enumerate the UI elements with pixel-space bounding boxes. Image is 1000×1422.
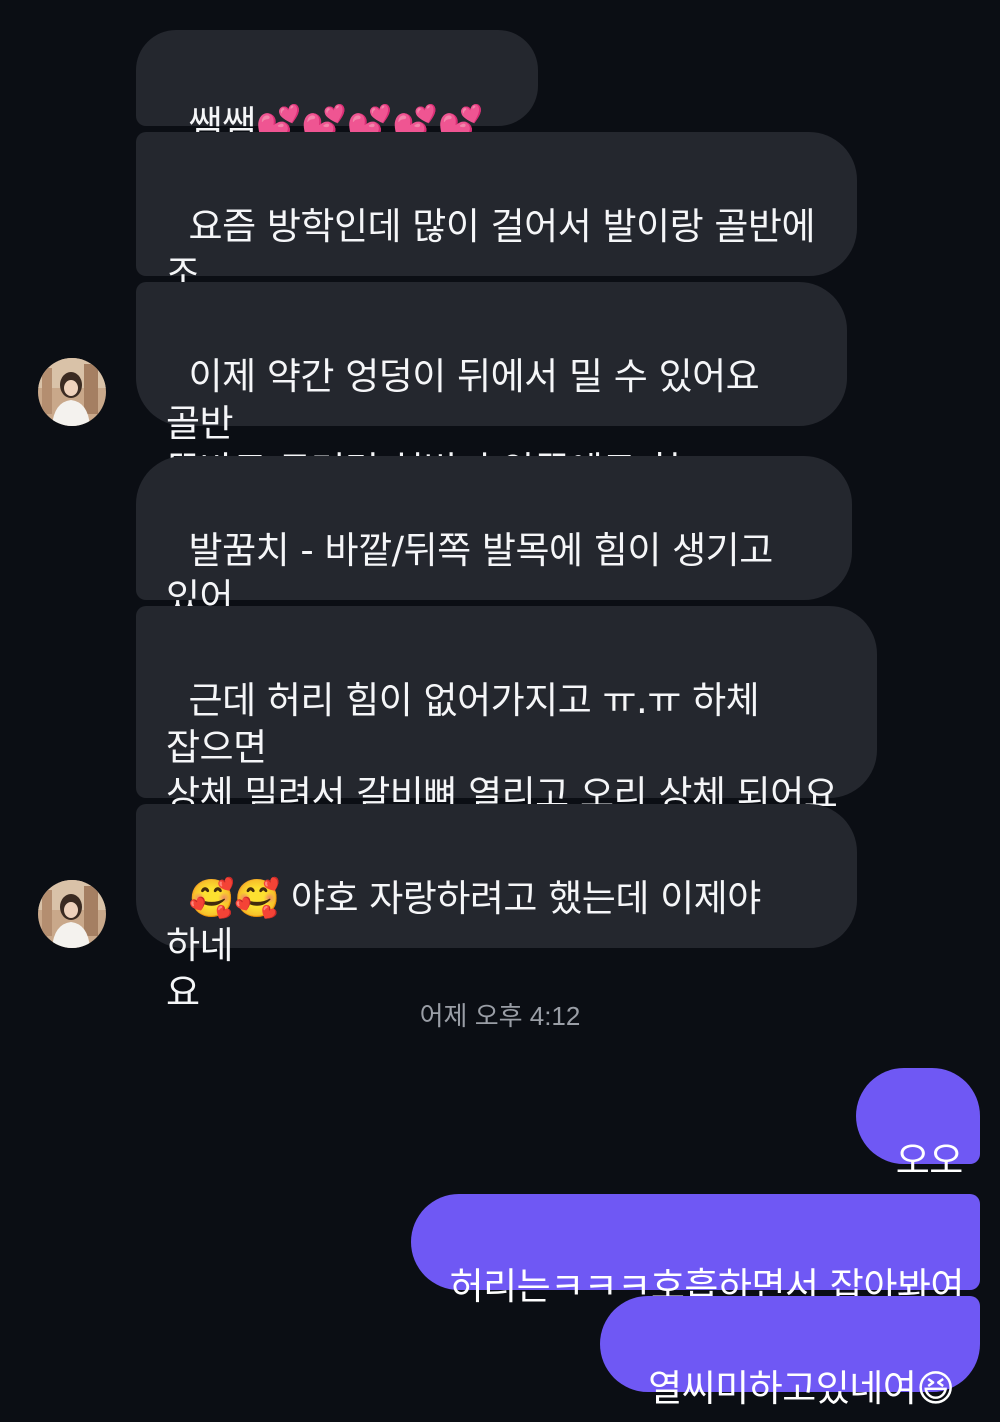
message-text: 🥰🥰 야호 자랑하려고 했는데 이제야 하네 요: [166, 877, 761, 1014]
received-message[interactable]: 🥰🥰 야호 자랑하려고 했는데 이제야 하네 요: [136, 804, 857, 1014]
sent-message[interactable]: 오오: [856, 1068, 980, 1182]
message-text: 오오: [895, 1139, 964, 1182]
received-message[interactable]: 요즘 방학인데 많이 걸어서 발이랑 골반에 조 금씩 힘 생기고 있어요: [136, 132, 857, 342]
received-message[interactable]: 이제 약간 엉덩이 뒤에서 밀 수 있어요 골반 똑바로 두려면 허벅지 안쪽에…: [136, 282, 847, 539]
sent-message[interactable]: 허리는ㅋㅋㅋ호흡하면서 잡아봐여: [411, 1194, 980, 1308]
avatar-image: [38, 880, 106, 948]
sender-avatar[interactable]: [38, 880, 106, 948]
sender-avatar[interactable]: [38, 358, 106, 426]
message-timestamp: 어제 오후 4:12: [419, 1001, 581, 1031]
sent-message[interactable]: 열씨미하고있네여😆: [600, 1296, 980, 1410]
avatar-image: [38, 358, 106, 426]
message-text: 열씨미하고있네여😆: [648, 1367, 955, 1410]
received-message[interactable]: 발꿈치 - 바깥/뒤쪽 발목에 힘이 생기고 있어 요: [136, 456, 852, 666]
received-message[interactable]: 근데 허리 힘이 없어가지고 ㅠ.ㅠ 하체 잡으면 상체 밀려서 갈비뼈 열리고…: [136, 606, 877, 863]
received-message[interactable]: 쌤쌤💕💕💕💕💕: [136, 30, 538, 146]
